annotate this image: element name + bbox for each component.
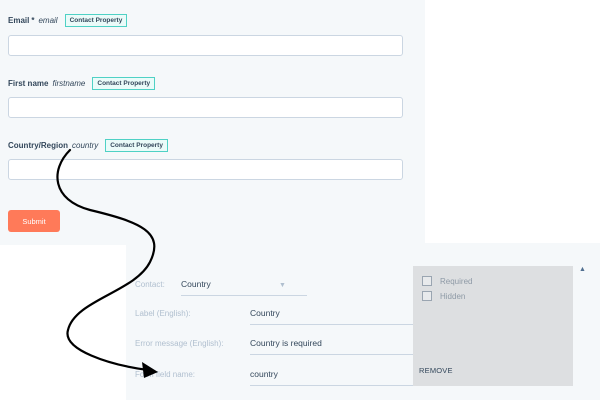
form-field-name-input[interactable]: country [250,369,278,379]
firstname-input[interactable] [8,97,403,118]
firstname-field-label-row: First name firstname Contact Property [8,77,156,90]
country-internal-name: country [72,141,99,150]
remove-button[interactable]: REMOVE [419,366,453,375]
hidden-checkbox[interactable] [422,291,432,301]
required-option[interactable]: Required [422,276,472,286]
field-options-panel: Required Hidden REMOVE [413,266,573,386]
country-field-label-row: Country/Region country Contact Property [8,139,168,152]
contact-select-value[interactable]: Country [181,279,211,289]
contact-property-badge: Contact Property [92,77,156,90]
error-message-label: Error message (English): [135,339,224,348]
contact-property-badge: Contact Property [64,14,128,27]
country-input[interactable] [8,159,403,180]
hidden-option-label: Hidden [440,291,466,301]
email-label: Email [8,16,30,25]
error-message-underline [250,354,413,355]
required-checkbox[interactable] [422,276,432,286]
form-field-name-underline [250,385,413,386]
form-preview-panel: Email * email Contact Property First nam… [0,0,425,245]
chevron-up-icon[interactable]: ▲ [579,266,586,273]
hidden-option[interactable]: Hidden [422,291,465,301]
form-field-name-label: Form field name: [135,370,196,379]
email-input[interactable] [8,35,403,56]
firstname-label: First name [8,79,49,88]
chevron-down-icon[interactable]: ▼ [279,282,286,289]
firstname-internal-name: firstname [52,79,86,88]
email-internal-name: email [38,16,58,25]
country-label: Country/Region [8,141,68,150]
label-english-label: Label (English): [135,309,191,318]
error-message-input[interactable]: Country is required [250,338,322,348]
label-english-underline [250,324,413,325]
required-marker: * [31,16,35,25]
label-english-input[interactable]: Country [250,308,280,318]
contact-select-underline [181,295,307,296]
submit-button[interactable]: Submit [8,210,60,232]
contact-property-badge: Contact Property [105,139,168,152]
contact-label: Contact: [135,280,165,289]
required-option-label: Required [440,276,473,286]
email-field-label-row: Email * email Contact Property [8,14,128,27]
